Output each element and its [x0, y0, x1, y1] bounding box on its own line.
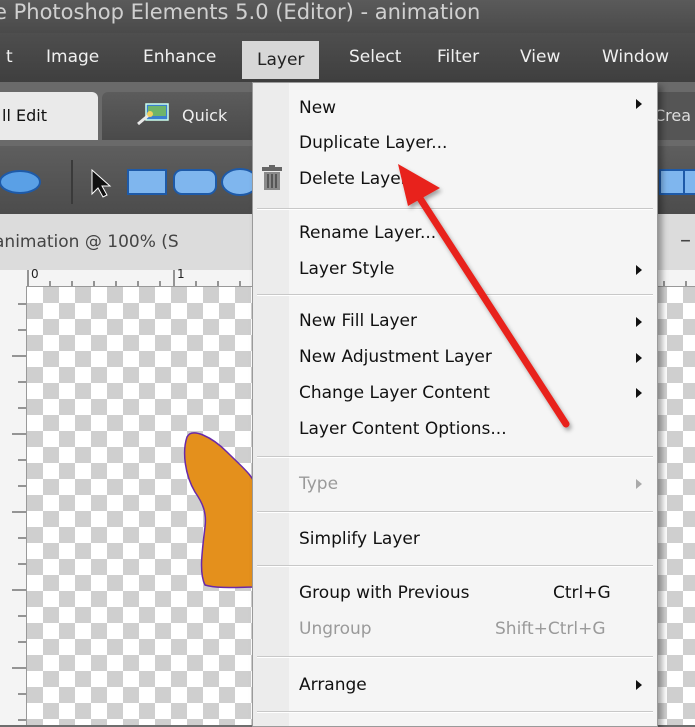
- menu-item-layer-content-options[interactable]: Layer Content Options...: [299, 419, 507, 439]
- submenu-arrow-icon: [636, 317, 642, 327]
- menu-image[interactable]: Image: [46, 47, 99, 67]
- menu-item-new-fill-layer[interactable]: New Fill Layer: [299, 311, 417, 331]
- tab-quick-label: Quick: [182, 106, 228, 125]
- ruler-tick-0: 0: [31, 267, 39, 281]
- menu-item-layer-style[interactable]: Layer Style: [299, 259, 395, 279]
- shortcut-group-with-previous: Ctrl+G: [553, 583, 611, 603]
- submenu-arrow-icon: [636, 680, 642, 690]
- menu-select[interactable]: Select: [349, 47, 401, 67]
- minimize-button[interactable]: –: [680, 228, 691, 253]
- menu-item-arrange[interactable]: Arrange: [299, 675, 367, 695]
- shortcut-ungroup: Shift+Ctrl+G: [495, 619, 606, 639]
- shape-tool-icon-2[interactable]: [683, 169, 695, 195]
- submenu-arrow-icon: [636, 99, 642, 109]
- menu-item-change-layer-content[interactable]: Change Layer Content: [299, 383, 490, 403]
- menu-bar: t Image Enhance Layer Select Filter View…: [0, 33, 695, 82]
- menu-separator: [257, 711, 653, 713]
- window-titlebar: e Photoshop Elements 5.0 (Editor) - anim…: [0, 0, 695, 33]
- rectangle-icon[interactable]: [127, 169, 167, 195]
- submenu-arrow-icon: [636, 353, 642, 363]
- menu-separator: [257, 208, 653, 210]
- submenu-arrow-icon: [636, 265, 642, 275]
- menu-layer[interactable]: Layer: [242, 41, 320, 79]
- submenu-arrow-icon: [636, 479, 642, 489]
- ruler-tick-1: 1: [177, 267, 185, 281]
- tab-full-edit-label: ll Edit: [2, 106, 47, 125]
- menu-separator: [257, 511, 653, 513]
- menu-item-ungroup[interactable]: Ungroup: [299, 619, 372, 639]
- menu-item-new-adjustment-layer[interactable]: New Adjustment Layer: [299, 347, 492, 367]
- tab-full-edit[interactable]: ll Edit: [0, 92, 98, 140]
- menu-item-new[interactable]: New: [299, 98, 336, 118]
- submenu-arrow-icon: [636, 388, 642, 398]
- menu-item-simplify-layer[interactable]: Simplify Layer: [299, 529, 420, 549]
- menu-item-delete-layer[interactable]: Delete Layer: [299, 169, 408, 189]
- menu-window[interactable]: Window: [602, 47, 669, 67]
- menu-filter[interactable]: Filter: [437, 47, 479, 67]
- menu-separator: [257, 456, 653, 458]
- document-title: animation @ 100% (S: [0, 232, 179, 252]
- quick-fix-icon: [137, 103, 169, 126]
- tab-create-label: Crea: [654, 106, 692, 125]
- menu-separator: [257, 565, 653, 567]
- menu-separator: [257, 294, 653, 296]
- menu-item-group-with-previous[interactable]: Group with Previous: [299, 583, 469, 603]
- vertical-ruler: [0, 286, 27, 725]
- menu-view[interactable]: View: [520, 47, 560, 67]
- orange-shape[interactable]: [183, 432, 256, 589]
- window-title: e Photoshop Elements 5.0 (Editor) - anim…: [0, 0, 481, 24]
- shape-tool-icon[interactable]: [659, 169, 685, 195]
- menu-item-rename-layer[interactable]: Rename Layer...: [299, 223, 436, 243]
- menu-enhance[interactable]: Enhance: [143, 47, 216, 67]
- menu-separator: [257, 656, 653, 658]
- menu-file-partial[interactable]: t: [6, 47, 13, 67]
- rounded-rectangle-icon[interactable]: [173, 169, 217, 195]
- move-arrow-icon[interactable]: [91, 168, 112, 198]
- trash-icon: [262, 165, 282, 190]
- layer-menu-dropdown: New Duplicate Layer... Delete Layer Rena…: [252, 82, 658, 727]
- menu-item-duplicate-layer[interactable]: Duplicate Layer...: [299, 133, 447, 153]
- tab-quick-fix[interactable]: Quick: [102, 92, 262, 140]
- lasso-icon[interactable]: [0, 170, 41, 194]
- menu-item-type[interactable]: Type: [299, 474, 338, 494]
